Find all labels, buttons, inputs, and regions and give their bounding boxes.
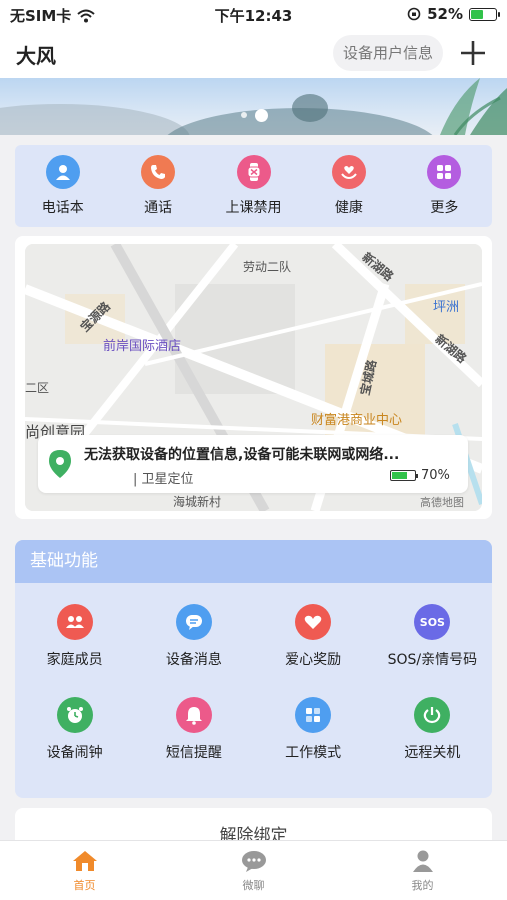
bottom-tab-bar: 首页 微聊 我的 [0, 840, 507, 900]
contact-icon [45, 155, 80, 189]
phone-icon [141, 155, 176, 189]
basic-functions-panel: 基础功能 家庭成员 设备消息 爱心奖励 SOS SOS/亲情号码 设备闹钟 短信… [15, 540, 492, 798]
map-label: 财富港商业中心 [311, 413, 403, 428]
battery-icon [469, 7, 500, 21]
device-battery: 70% [390, 468, 450, 483]
tab-label: 微聊 [242, 879, 265, 892]
banner-carousel[interactable] [0, 78, 507, 135]
tab-profile[interactable]: 我的 [338, 841, 507, 900]
status-right: 52% [407, 5, 500, 23]
mode-icon [295, 697, 332, 733]
quick-action-label: 更多 [430, 200, 459, 216]
tab-chat[interactable]: 微聊 [169, 841, 338, 900]
alarm-icon [56, 697, 93, 733]
location-status-box[interactable]: 无法获取设备的位置信息,设备可能未联网或网络... | 卫星定位 70% [38, 435, 468, 493]
device-battery-percent: 70% [421, 468, 450, 483]
love-icon [295, 604, 332, 640]
basic-functions-title: 基础功能 [15, 540, 492, 583]
function-label: 家庭成员 [46, 652, 103, 668]
function-work-mode[interactable]: 工作模式 [254, 697, 373, 762]
quick-action-more[interactable]: 更多 [397, 145, 492, 227]
function-label: 设备消息 [165, 652, 222, 668]
quick-action-class-mode[interactable]: 上课禁用 [206, 145, 301, 227]
watch-icon [236, 155, 271, 189]
function-label: 设备闹钟 [46, 745, 103, 761]
function-label: 爱心奖励 [285, 652, 342, 668]
tab-home[interactable]: 首页 [0, 841, 169, 900]
status-bar: 无SIM卡 下午12:43 52% [0, 0, 507, 28]
home-icon [72, 851, 97, 871]
function-label: 工作模式 [285, 745, 342, 761]
function-device-alarm[interactable]: 设备闹钟 [15, 697, 134, 762]
map-label: 二区 [25, 381, 50, 395]
top-header: 大风 设备用户信息 [0, 28, 507, 78]
chat-icon [241, 851, 266, 872]
power-icon [414, 697, 451, 733]
quick-action-call[interactable]: 通话 [110, 145, 205, 227]
bell-icon [175, 697, 212, 733]
heart-hand-icon [331, 155, 366, 189]
function-family-members[interactable]: 家庭成员 [15, 604, 134, 669]
quick-actions: 电话本 通话 上课禁用 健康 更多 [15, 145, 492, 227]
basic-functions-grid: 家庭成员 设备消息 爱心奖励 SOS SOS/亲情号码 设备闹钟 短信提醒 工作… [15, 604, 492, 762]
orientation-lock-icon [407, 7, 421, 21]
location-type: | 卫星定位 [133, 472, 194, 487]
grid-icon [427, 155, 462, 189]
function-label: 短信提醒 [165, 745, 222, 761]
tab-label: 首页 [73, 879, 96, 892]
map-label: 坪洲 [433, 300, 460, 315]
map-label: 劳动二队 [243, 260, 292, 274]
tab-label: 我的 [411, 879, 434, 892]
function-device-messages[interactable]: 设备消息 [134, 604, 253, 669]
location-message: 无法获取设备的位置信息,设备可能未联网或网络... [84, 447, 400, 463]
function-remote-shutdown[interactable]: 远程关机 [373, 697, 492, 762]
quick-action-phonebook[interactable]: 电话本 [15, 145, 110, 227]
function-label: 远程关机 [404, 745, 461, 761]
carousel-dot-active[interactable] [255, 109, 268, 122]
message-icon [175, 604, 212, 640]
profile-icon [412, 850, 433, 872]
carousel-dot[interactable] [241, 112, 247, 118]
quick-action-label: 健康 [334, 200, 363, 216]
battery-percent: 52% [427, 5, 463, 23]
device-info-button[interactable]: 设备用户信息 [333, 35, 443, 71]
family-icon [56, 604, 93, 640]
function-sms-reminder[interactable]: 短信提醒 [134, 697, 253, 762]
sos-icon: SOS [414, 604, 451, 640]
quick-action-label: 上课禁用 [225, 200, 282, 216]
quick-action-label: 通话 [144, 200, 173, 216]
quick-action-health[interactable]: 健康 [301, 145, 396, 227]
banner-illustration [0, 78, 507, 135]
function-love-reward[interactable]: 爱心奖励 [254, 604, 373, 669]
device-battery-icon [390, 470, 418, 481]
sos-icon-text: SOS [419, 615, 445, 629]
quick-action-label: 电话本 [41, 200, 84, 216]
location-pin-icon [49, 450, 71, 478]
map-label: 海城新村 [173, 495, 222, 509]
device-name: 大风 [16, 44, 56, 68]
plus-icon[interactable] [455, 35, 491, 71]
function-label: SOS/亲情号码 [387, 652, 478, 668]
map-label: 前岸国际酒店 [103, 339, 182, 354]
map-attribution: 高德地图 [420, 496, 464, 509]
function-sos-numbers[interactable]: SOS SOS/亲情号码 [373, 604, 492, 669]
